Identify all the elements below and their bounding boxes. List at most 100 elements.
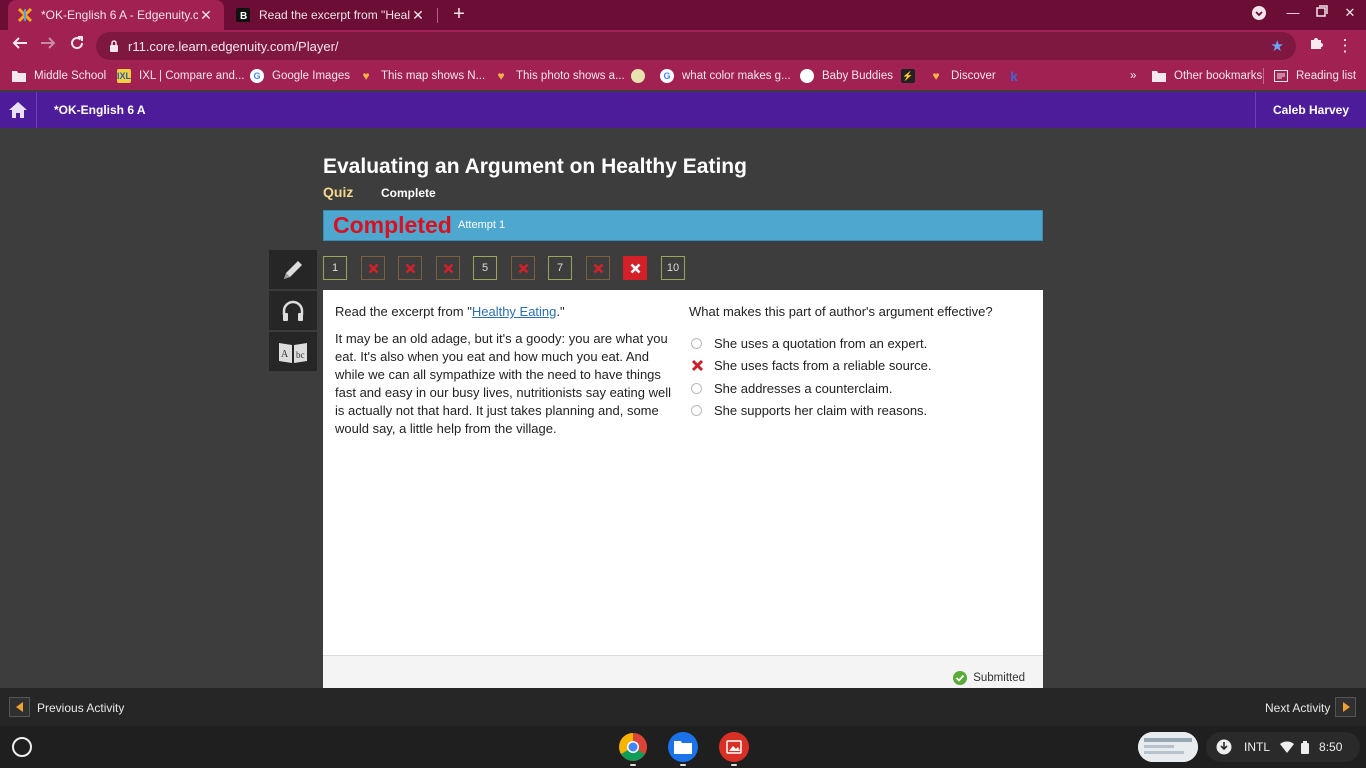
launcher-icon[interactable] xyxy=(12,737,32,757)
question-number: 7 xyxy=(556,262,564,274)
check-circle-icon xyxy=(953,671,968,685)
question-nav-item-incorrect[interactable] xyxy=(398,256,422,280)
bookmark-google-images[interactable]: G Google Images xyxy=(250,68,350,84)
lesson-title: Evaluating an Argument on Healthy Eating xyxy=(323,155,747,178)
audio-tool-button[interactable] xyxy=(269,291,317,331)
dictionary-tool-button[interactable]: Abc xyxy=(269,332,317,372)
bookmark-star-icon[interactable]: ★ xyxy=(1271,37,1284,55)
incorrect-x-icon xyxy=(405,263,415,273)
activity-navigation-bar: Previous Activity Next Activity xyxy=(0,688,1366,726)
bookmark-color-search[interactable]: G what color makes g... xyxy=(660,68,791,84)
course-title[interactable]: *OK-English 6 A xyxy=(54,103,146,117)
reading-list[interactable]: Reading list xyxy=(1274,68,1356,84)
question-nav-item[interactable]: 7 xyxy=(548,256,572,280)
url-text: r11.core.learn.edgenuity.com/Player/ xyxy=(128,39,339,54)
dictionary-book-icon: Abc xyxy=(279,342,307,363)
gallery-app-icon[interactable] xyxy=(719,732,749,762)
answer-label: She supports her claim with reasons. xyxy=(714,402,928,418)
question-nav-item-incorrect[interactable] xyxy=(586,256,610,280)
tab-search-chevron-icon[interactable] xyxy=(1249,5,1269,24)
ixl-icon: IXL xyxy=(117,69,132,83)
passage-intro-text: Read the excerpt from " xyxy=(335,304,472,319)
bookmark-label: Baby Buddies xyxy=(822,70,893,82)
restore-icon[interactable] xyxy=(1312,5,1332,20)
question-nav-item-incorrect[interactable] xyxy=(436,256,460,280)
chrome-app-icon[interactable] xyxy=(618,732,648,762)
svg-text:B: B xyxy=(240,11,247,22)
os-shelf: INTL 8:50 xyxy=(0,726,1366,768)
tab-close-icon[interactable]: ✕ xyxy=(198,7,214,24)
close-window-icon[interactable]: ✕ xyxy=(1340,5,1360,21)
answer-option-2[interactable]: She uses facts from a reliable source. xyxy=(691,356,932,374)
tab-close-icon[interactable]: ✕ xyxy=(410,7,426,24)
bookmarks-overflow-icon[interactable]: » xyxy=(1130,68,1136,84)
incorrect-x-icon xyxy=(630,263,640,273)
user-name[interactable]: Caleb Harvey xyxy=(1255,92,1366,128)
incorrect-x-icon xyxy=(593,263,603,273)
brainly-favicon-icon: B xyxy=(236,8,250,22)
headphones-icon xyxy=(282,300,304,321)
bookmark-middle-school[interactable]: Middle School xyxy=(12,68,106,84)
bookmark-photo[interactable]: ♥ This photo shows a... xyxy=(494,68,625,84)
question-nav-item-incorrect[interactable] xyxy=(623,256,647,280)
question-nav-item[interactable]: 1 xyxy=(323,256,347,280)
other-bookmarks-label: Other bookmarks xyxy=(1174,70,1263,82)
browser-tab-strip: *OK-English 6 A - Edgenuity.com ✕ B Read… xyxy=(0,0,1366,30)
bookmarks-bar: Middle School IXL IXL | Compare and... G… xyxy=(0,62,1366,90)
home-button[interactable] xyxy=(0,92,37,128)
other-bookmarks[interactable]: Other bookmarks xyxy=(1152,68,1262,84)
right-triangle-icon xyxy=(1342,702,1350,712)
incorrect-x-icon xyxy=(368,263,378,273)
back-arrow-icon[interactable] xyxy=(8,34,32,58)
address-bar[interactable]: r11.core.learn.edgenuity.com/Player/ ★ xyxy=(96,32,1296,60)
question-nav-item[interactable]: 5 xyxy=(473,256,497,280)
files-app-icon[interactable] xyxy=(668,732,698,762)
system-tray[interactable]: INTL 8:50 xyxy=(1206,732,1360,762)
bookmark-site-3[interactable]: k xyxy=(1007,68,1029,84)
bookmark-label: This photo shows a... xyxy=(516,70,625,82)
answer-option-4[interactable]: She supports her claim with reasons. xyxy=(691,401,927,419)
bookmark-ixl[interactable]: IXL IXL | Compare and... xyxy=(117,68,244,84)
folder-icon xyxy=(1152,69,1166,83)
tab-brainly[interactable]: B Read the excerpt from "Healthy E ✕ xyxy=(226,0,436,30)
previous-activity-label[interactable]: Previous Activity xyxy=(37,701,124,715)
incorrect-x-icon xyxy=(443,263,453,273)
previous-activity-button[interactable] xyxy=(9,697,30,717)
bookmark-label: Middle School xyxy=(34,70,107,82)
screen-capture-thumbnail[interactable] xyxy=(1138,732,1198,762)
bookmark-site[interactable] xyxy=(631,68,653,84)
bookmark-label: Google Images xyxy=(272,70,350,82)
next-activity-label[interactable]: Next Activity xyxy=(1265,701,1330,715)
left-triangle-icon xyxy=(15,702,23,712)
bookmark-discover[interactable]: ♥ Discover xyxy=(929,68,995,84)
radio-button[interactable] xyxy=(691,337,702,349)
question-nav-item[interactable]: 10 xyxy=(661,256,685,280)
pencil-tool-button[interactable] xyxy=(269,250,317,290)
bookmark-map[interactable]: ♥ This map shows N... xyxy=(359,68,485,84)
incorrect-x-icon xyxy=(691,359,705,372)
answer-option-1[interactable]: She uses a quotation from an expert. xyxy=(691,334,927,352)
minimize-icon[interactable]: — xyxy=(1283,5,1303,20)
next-activity-button[interactable] xyxy=(1335,697,1356,717)
incorrect-x-icon xyxy=(518,263,528,273)
passage-intro: Read the excerpt from "Healthy Eating." xyxy=(335,304,565,319)
bookmark-site-2[interactable]: ⚡ xyxy=(901,68,923,84)
new-tab-plus-icon[interactable]: + xyxy=(449,4,469,24)
question-nav-item-incorrect[interactable] xyxy=(511,256,535,280)
svg-text:A: A xyxy=(281,349,289,360)
radio-button[interactable] xyxy=(691,382,702,394)
extensions-puzzle-icon[interactable] xyxy=(1304,34,1328,58)
reload-icon[interactable] xyxy=(65,34,89,58)
browser-menu-icon[interactable]: ⋮ xyxy=(1333,34,1357,58)
radio-button[interactable] xyxy=(691,404,702,416)
attempt-label: Attempt 1 xyxy=(458,219,506,231)
completion-banner: Completed Attempt 1 xyxy=(323,210,1043,241)
healthy-eating-link[interactable]: Healthy Eating xyxy=(472,304,557,319)
bookmark-baby-buddies[interactable]: Baby Buddies xyxy=(800,68,893,84)
question-nav-item-incorrect[interactable] xyxy=(361,256,385,280)
answer-label: She uses a quotation from an expert. xyxy=(714,335,928,351)
answer-option-3[interactable]: She addresses a counterclaim. xyxy=(691,379,892,397)
download-icon[interactable] xyxy=(1216,739,1232,755)
tab-edgenuity[interactable]: *OK-English 6 A - Edgenuity.com ✕ xyxy=(8,0,224,30)
forward-arrow-icon[interactable] xyxy=(36,34,60,58)
